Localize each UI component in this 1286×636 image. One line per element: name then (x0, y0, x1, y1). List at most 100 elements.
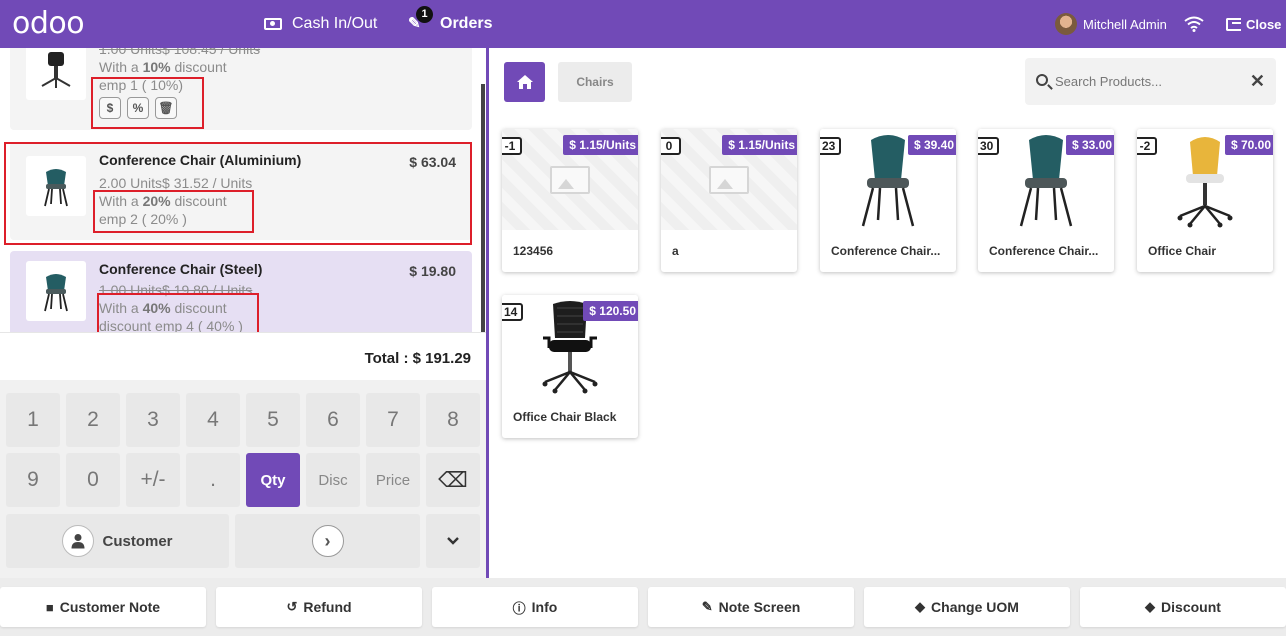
avatar (1055, 13, 1077, 35)
product-card[interactable]: -1 $ 1.15/Units 123456 (502, 129, 638, 272)
highlight-box (93, 190, 254, 233)
total-amount: Total : $ 191.29 (364, 350, 471, 367)
wifi-icon[interactable] (1184, 0, 1204, 48)
close-label: Close (1246, 16, 1282, 32)
user-name: Mitchell Admin (1083, 16, 1167, 32)
numpad-key-0[interactable]: 0 (66, 453, 120, 507)
refund-button[interactable]: ↺ Refund (216, 587, 422, 627)
price-tag: $ 1.15/Units (722, 135, 797, 155)
search-input[interactable]: Search Products... ✕ (1025, 58, 1276, 105)
product-name: Office Chair (1148, 244, 1217, 258)
qty-mode-button[interactable]: Qty (246, 453, 300, 507)
numpad-key-6[interactable]: 6 (306, 393, 360, 447)
product-thumbnail (26, 48, 86, 100)
numpad-key-3[interactable]: 3 (126, 393, 180, 447)
product-name: Conference Chair... (831, 244, 941, 258)
orderline[interactable]: 1.00 Units$ 108.45 / Units With a 10% di… (10, 48, 472, 130)
numpad-key-decimal[interactable]: . (186, 453, 240, 507)
search-placeholder: Search Products... (1055, 74, 1162, 89)
sticky-note-icon: ■ (45, 599, 54, 615)
tag-icon: ◆ (1145, 599, 1156, 614)
user-menu[interactable]: Mitchell Admin (1055, 0, 1167, 48)
product-card[interactable]: 14 $ 120.50 Office Chair Black (502, 295, 638, 438)
product-card[interactable]: 0 $ 1.15/Units a (661, 129, 797, 272)
customer-button[interactable]: Customer (6, 514, 229, 568)
product-card[interactable]: 23 $ 39.40 Conference Chair... (820, 129, 956, 272)
tag-icon: ◆ (915, 599, 926, 614)
user-icon (62, 525, 95, 557)
info-label: Info (531, 599, 558, 615)
price-mode-button[interactable]: Price (366, 453, 420, 507)
stock-qty-badge: 23 (820, 137, 842, 155)
sign-out-icon (1226, 17, 1241, 31)
stock-qty-badge: 30 (978, 137, 1000, 155)
numpad: 1 2 3 4 5 6 7 8 9 0 +/- . Qty Disc Price… (0, 380, 486, 578)
product-thumbnail (26, 261, 86, 321)
orders-button[interactable]: ✎ 1 Orders (408, 0, 492, 48)
customer-note-button[interactable]: ■ Customer Note (0, 587, 206, 627)
order-total: Total : $ 191.29 (0, 332, 486, 380)
change-uom-button[interactable]: ◆ Change UOM (864, 587, 1070, 627)
orders-count-badge: 1 (416, 6, 433, 23)
product-panel: Chairs Search Products... ✕ -1 $ 1.15/Un… (489, 48, 1286, 578)
numpad-key-5[interactable]: 5 (246, 393, 300, 447)
undo-icon: ↺ (286, 599, 298, 614)
customer-label: Customer (102, 532, 173, 550)
clear-search-icon[interactable]: ✕ (1250, 71, 1265, 92)
orderlines-list[interactable]: 1.00 Units$ 108.45 / Units With a 10% di… (0, 48, 486, 332)
refund-label: Refund (303, 599, 352, 615)
category-chairs-button[interactable]: Chairs (558, 62, 632, 102)
numpad-key-4[interactable]: 4 (186, 393, 240, 447)
numpad-key-7[interactable]: 7 (366, 393, 420, 447)
home-category-button[interactable] (504, 62, 545, 102)
price-tag: $ 70.00 (1224, 135, 1273, 155)
stock-qty-badge: -1 (502, 137, 522, 155)
orderlines-scrollbar[interactable] (481, 84, 485, 332)
product-name: a (672, 244, 679, 258)
numpad-key-8[interactable]: 8 (426, 393, 480, 447)
orderline-discount: With a 10% discount (99, 59, 227, 75)
highlight-box (97, 293, 259, 332)
stock-qty-badge: -2 (1137, 137, 1157, 155)
numpad-key-sign[interactable]: +/- (126, 453, 180, 507)
discount-label: Discount (1161, 599, 1221, 615)
highlight-box (91, 77, 204, 129)
stock-qty-badge: 0 (661, 137, 681, 155)
cash-icon (264, 18, 282, 30)
ticket-icon: ✎ 1 (408, 6, 433, 33)
search-icon (1036, 74, 1048, 86)
cash-in-out-button[interactable]: Cash In/Out (264, 0, 377, 48)
discount-button[interactable]: ◆ Discount (1080, 587, 1286, 627)
note-screen-label: Note Screen (718, 599, 801, 615)
numpad-key-1[interactable]: 1 (6, 393, 60, 447)
product-card[interactable]: -2 $ 70.00 Office Chair (1137, 129, 1273, 272)
more-actions-button[interactable] (426, 514, 480, 568)
change-uom-label: Change UOM (931, 599, 1019, 615)
product-name: 123456 (513, 244, 554, 258)
payment-button[interactable]: › (235, 514, 420, 568)
edit-icon: ✎ (701, 599, 713, 614)
disc-mode-button[interactable]: Disc (306, 453, 360, 507)
odoo-logo: odoo (12, 6, 85, 41)
chevron-down-icon (447, 537, 459, 545)
numpad-key-9[interactable]: 9 (6, 453, 60, 507)
price-tag: $ 120.50 (583, 301, 638, 321)
home-icon (516, 75, 533, 89)
orderline-price: $ 19.80 (409, 263, 456, 279)
top-bar: odoo Cash In/Out ✎ 1 Orders Mitchell Admi… (0, 0, 1286, 48)
order-panel: 1.00 Units$ 108.45 / Units With a 10% di… (0, 48, 486, 578)
backspace-icon[interactable]: ⌫ (426, 453, 480, 507)
info-button[interactable]: ⓘ Info (432, 587, 638, 627)
price-tag: $ 1.15/Units (563, 135, 638, 155)
note-screen-button[interactable]: ✎ Note Screen (648, 587, 854, 627)
customer-note-label: Customer Note (59, 599, 161, 615)
close-button[interactable]: Close (1226, 0, 1281, 48)
product-name: Conference Chair... (989, 244, 1099, 258)
product-card[interactable]: 30 $ 33.00 Conference Chair... (978, 129, 1114, 272)
numpad-key-2[interactable]: 2 (66, 393, 120, 447)
price-tag: $ 33.00 (1065, 135, 1114, 155)
orderline-qty-price: 1.00 Units$ 108.45 / Units (99, 48, 261, 57)
orders-label: Orders (440, 15, 493, 32)
info-icon: ⓘ (512, 600, 526, 616)
control-buttons-bar: ■ Customer Note ↺ Refund ⓘ Info ✎ Note S… (0, 578, 1286, 636)
